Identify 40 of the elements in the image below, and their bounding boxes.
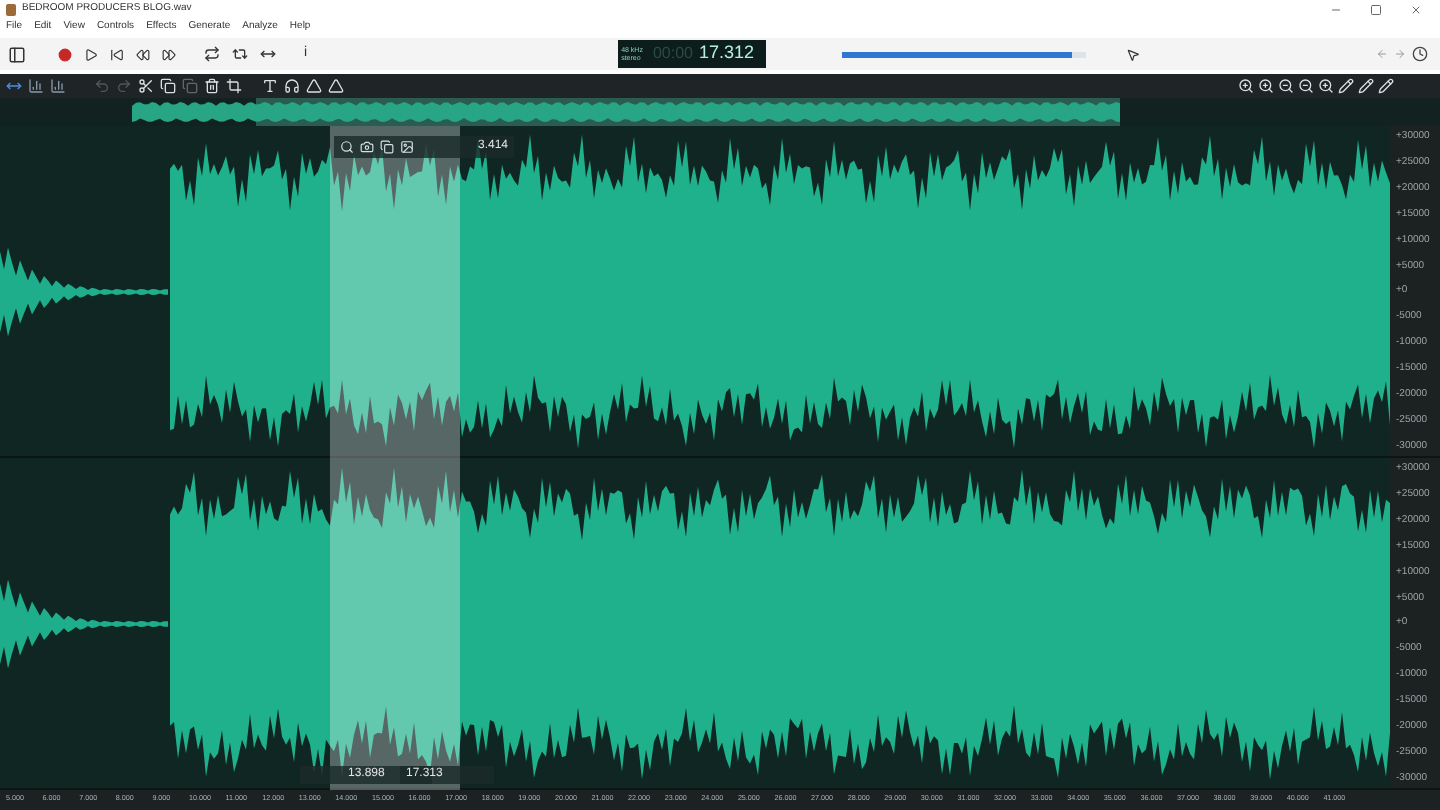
paste-icon[interactable] bbox=[182, 78, 198, 94]
selection-highlight[interactable] bbox=[330, 126, 460, 790]
play-icon[interactable] bbox=[84, 47, 98, 61]
zoom-in-icon[interactable] bbox=[1238, 78, 1254, 94]
camera-icon[interactable] bbox=[360, 140, 374, 154]
pencil-icon[interactable] bbox=[1378, 78, 1394, 94]
maximize-icon[interactable] bbox=[1370, 4, 1382, 16]
cut-icon[interactable] bbox=[138, 78, 154, 94]
close-icon[interactable] bbox=[1410, 4, 1422, 16]
record-icon[interactable] bbox=[58, 47, 72, 61]
image-icon[interactable] bbox=[400, 140, 414, 154]
repeat-icon[interactable] bbox=[232, 46, 248, 62]
clock-icon[interactable] bbox=[1412, 46, 1428, 62]
zoom-in-icon[interactable] bbox=[1258, 78, 1274, 94]
zoom-out-icon[interactable] bbox=[1298, 78, 1314, 94]
fit-icon[interactable] bbox=[6, 78, 22, 94]
pencil-icon[interactable] bbox=[1358, 78, 1374, 94]
bars-icon[interactable] bbox=[28, 78, 44, 94]
arrows-icon[interactable] bbox=[260, 46, 276, 62]
time-text: 17.312 bbox=[699, 40, 755, 67]
loop-icon[interactable] bbox=[204, 46, 220, 62]
search-icon[interactable] bbox=[340, 140, 354, 154]
delete-icon[interactable] bbox=[204, 78, 220, 94]
pencil-icon[interactable] bbox=[1338, 78, 1354, 94]
text-icon[interactable] bbox=[262, 78, 278, 94]
cursor-icon[interactable] bbox=[1125, 47, 1140, 61]
fade-in-icon[interactable] bbox=[306, 78, 322, 94]
spectrum-icon[interactable] bbox=[50, 78, 66, 94]
skip-back-icon[interactable] bbox=[110, 47, 124, 61]
rewind-icon[interactable] bbox=[136, 47, 150, 61]
crop-icon[interactable] bbox=[226, 78, 242, 94]
headphones-icon[interactable] bbox=[284, 78, 300, 94]
fade-out-icon[interactable] bbox=[328, 78, 344, 94]
app-icon bbox=[6, 4, 16, 16]
zoom-in-icon[interactable] bbox=[1318, 78, 1334, 94]
copy-icon[interactable] bbox=[160, 78, 176, 94]
zoom-out-icon[interactable] bbox=[1278, 78, 1294, 94]
fast-forward-icon[interactable] bbox=[162, 47, 176, 61]
copy-icon[interactable] bbox=[380, 140, 394, 154]
panel-icon[interactable] bbox=[8, 45, 26, 63]
